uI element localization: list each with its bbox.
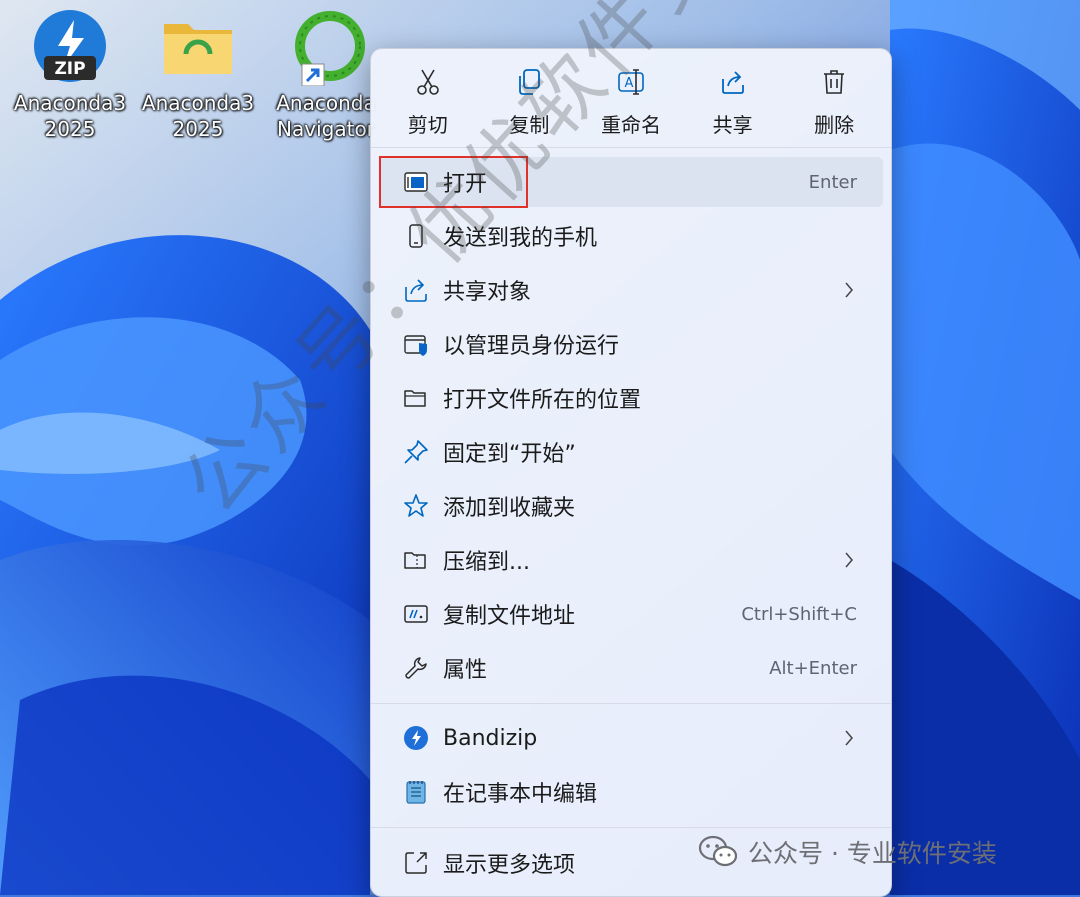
desktop-icon-caption: Anaconda3 2025 [13, 91, 127, 141]
menu-item-label: 打开文件所在的位置 [443, 388, 642, 413]
menu-item-add-to-favorites[interactable]: 添加到收藏夹 [379, 481, 883, 531]
menu-item-label: 复制文件地址 [443, 604, 576, 629]
desktop-icon-anaconda-folder[interactable]: Anaconda3 2025 [138, 6, 258, 156]
chevron-right-icon [845, 730, 853, 746]
menu-item-label: 添加到收藏夹 [443, 496, 576, 521]
menu-item-bandizip[interactable]: Bandizip [379, 713, 883, 763]
cut-label: 剪切 [407, 113, 448, 137]
delete-label: 删除 [814, 113, 855, 137]
menu-item-label: 以管理员身份运行 [443, 334, 620, 359]
menu-item-label: 显示更多选项 [443, 853, 576, 878]
menu-item-open-file-location[interactable]: 打开文件所在的位置 [379, 373, 883, 423]
svg-text:ZIP: ZIP [54, 59, 85, 79]
show-more-icon [403, 850, 429, 876]
desktop-icon-anaconda-zip[interactable]: ZIP Anaconda3 2025 [10, 6, 130, 156]
folder-icon [158, 6, 238, 86]
menu-item-shortcut: Alt+Enter [769, 657, 857, 679]
menu-item-shortcut: Enter [808, 171, 857, 193]
menu-item-edit-in-notepad[interactable]: 在记事本中编辑 [379, 767, 883, 817]
desktop-icon-anaconda-navigator[interactable]: Anaconda Navigator [266, 6, 386, 156]
zip-folder-icon [403, 547, 429, 573]
menu-item-compress-to[interactable]: 压缩到... [379, 535, 883, 585]
copy-path-icon [403, 601, 429, 627]
menu-item-label: 压缩到... [443, 550, 530, 575]
wrench-icon [403, 655, 429, 681]
anaconda-navigator-icon [286, 6, 366, 87]
star-icon [403, 493, 429, 519]
menu-item-properties[interactable]: 属性 Alt+Enter [379, 643, 883, 693]
share-button[interactable]: 共享 [685, 49, 781, 147]
chevron-right-icon [845, 282, 853, 298]
menu-item-label: 固定到“开始” [443, 442, 576, 467]
share-label: 共享 [712, 113, 753, 137]
menu-item-copy-as-path[interactable]: 复制文件地址 Ctrl+Shift+C [379, 589, 883, 639]
separator [371, 703, 891, 704]
menu-item-shortcut: Ctrl+Shift+C [741, 603, 857, 625]
pin-icon [403, 439, 429, 465]
separator [371, 827, 891, 828]
bandizip-zip-icon: ZIP [30, 6, 110, 86]
wechat-icon [698, 835, 738, 867]
delete-button[interactable]: 删除 [786, 49, 882, 147]
bandizip-icon [403, 725, 429, 751]
watermark-brand: 公众号 · 专业软件安装 [698, 832, 997, 872]
folder-open-icon [403, 385, 429, 411]
desktop-icon-caption: Anaconda3 2025 [141, 91, 255, 141]
chevron-right-icon [845, 552, 853, 568]
menu-item-label: Bandizip [443, 725, 538, 751]
menu-item-label: 属性 [443, 658, 488, 683]
menu-item-pin-to-start[interactable]: 固定到“开始” [379, 427, 883, 477]
watermark-brand-text: 公众号 · 专业软件安装 [748, 839, 997, 868]
share-icon [721, 71, 744, 94]
desktop-icon-caption: Anaconda Navigator [276, 91, 376, 141]
menu-item-run-as-admin[interactable]: 以管理员身份运行 [379, 319, 883, 369]
menu-item-label: 在记事本中编辑 [443, 782, 598, 807]
scissors-icon [416, 69, 439, 95]
trash-icon [824, 70, 845, 94]
notepad-icon [403, 779, 429, 805]
